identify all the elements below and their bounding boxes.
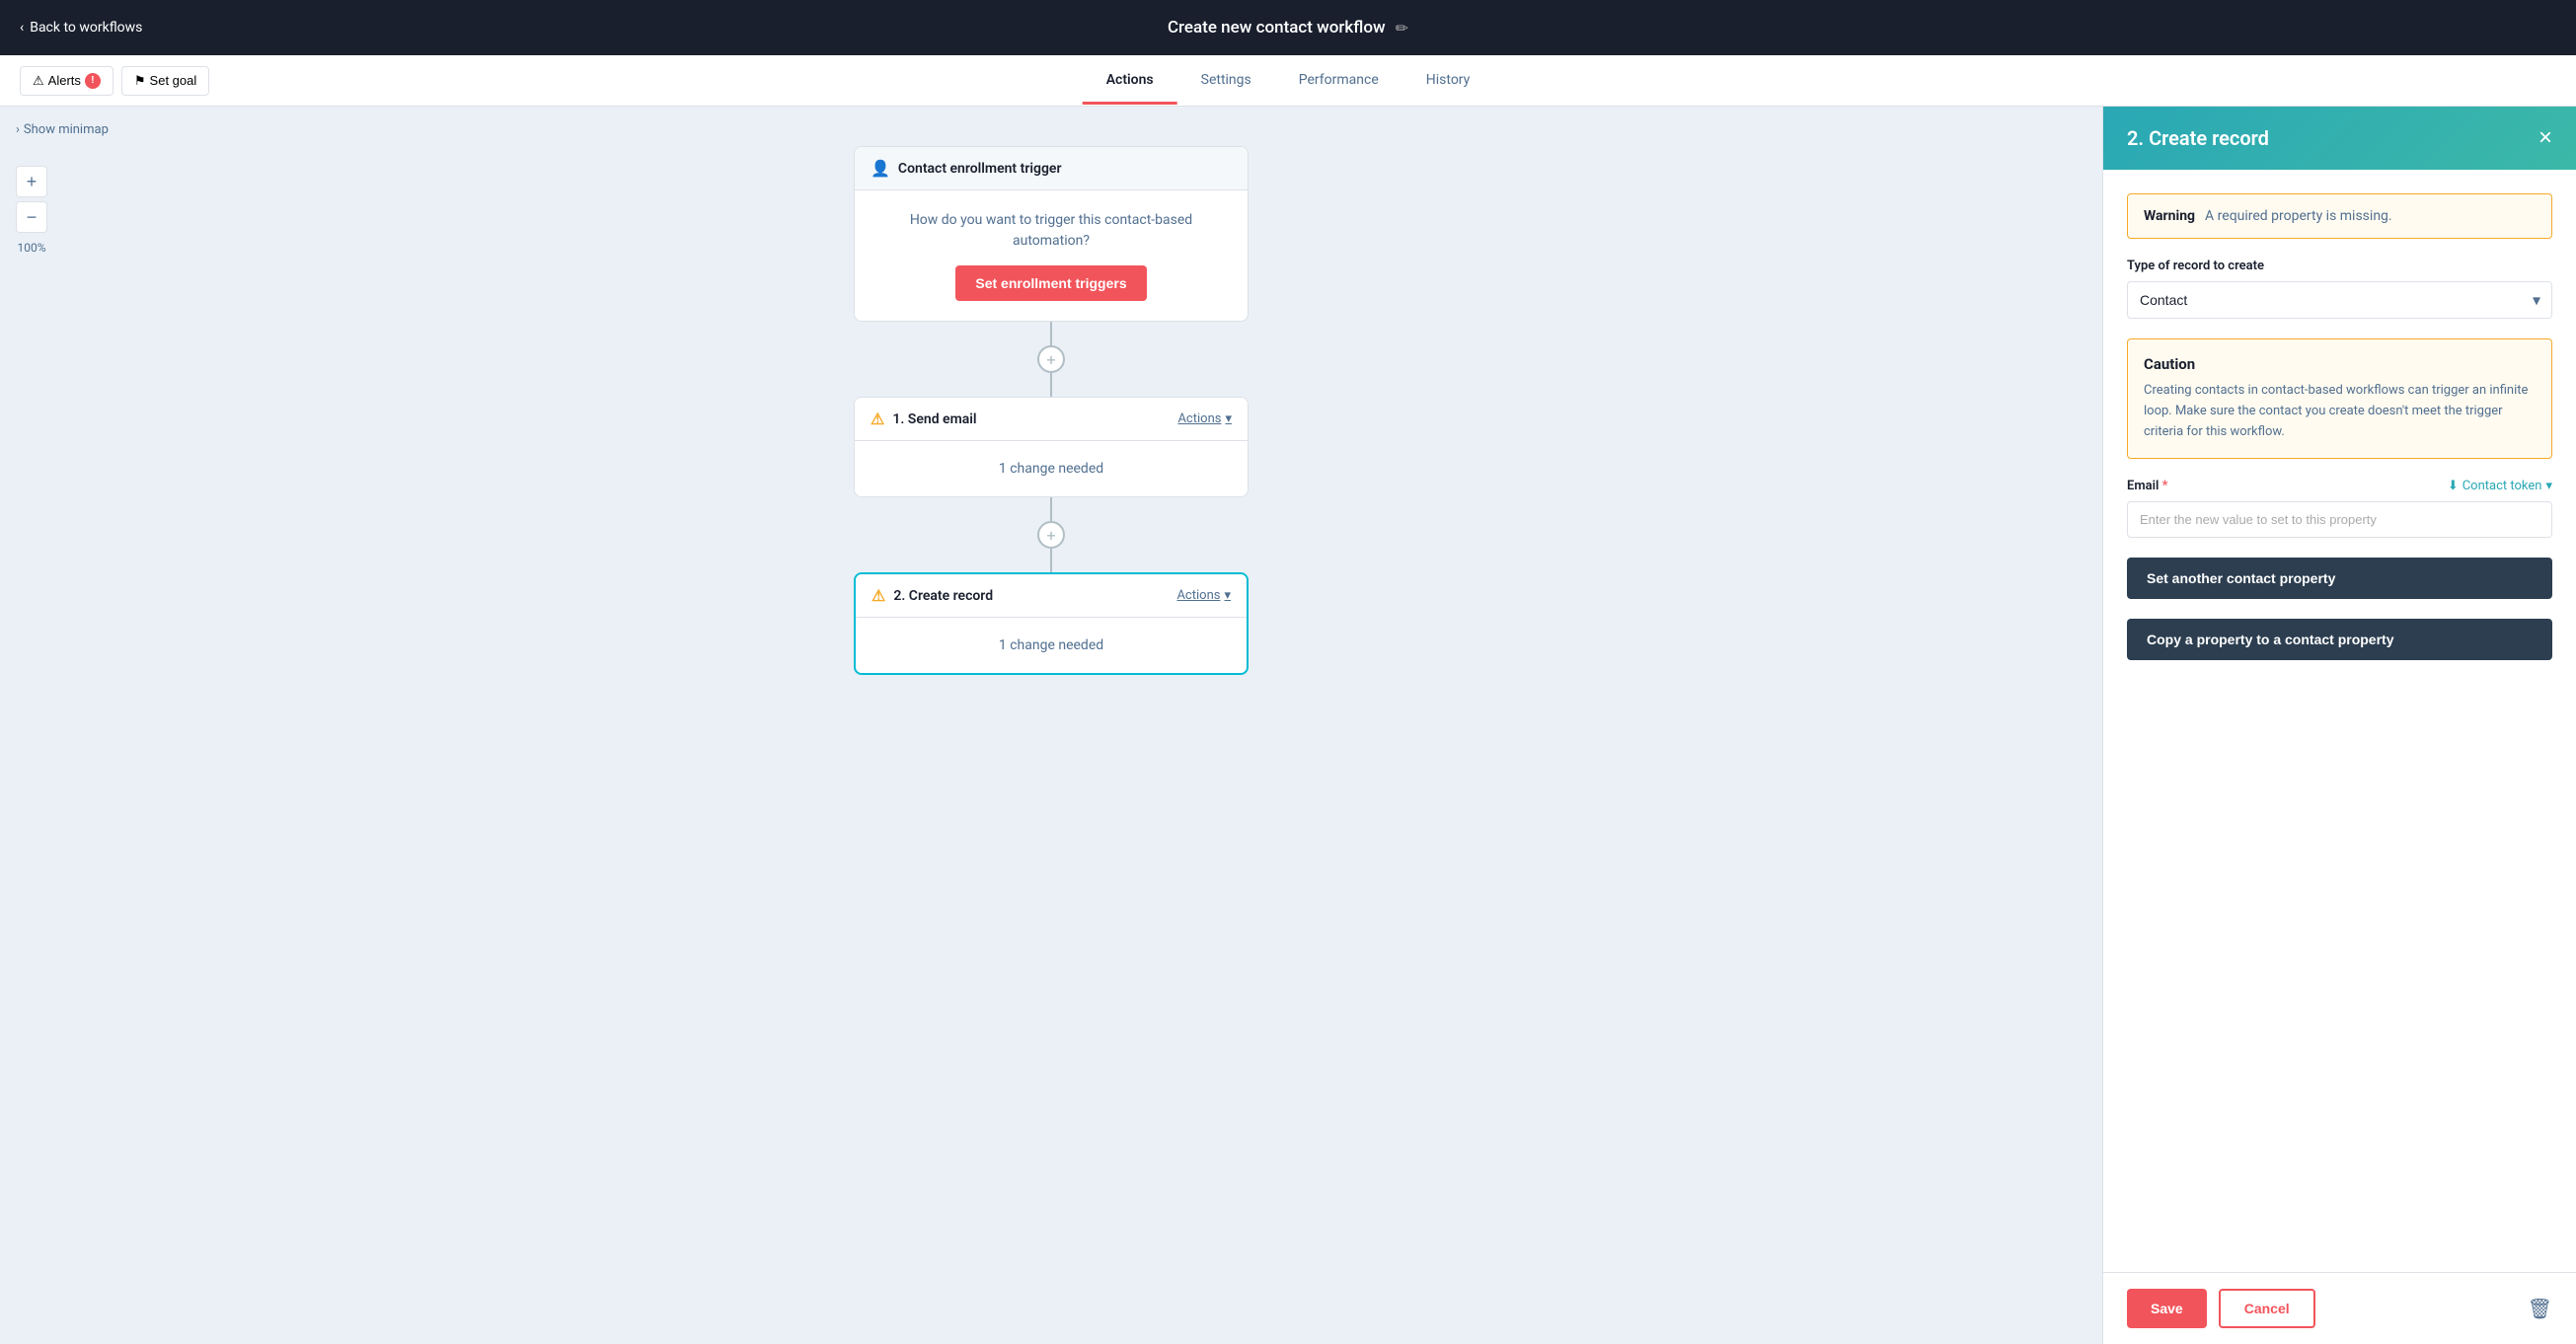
minimap-toggle[interactable]: › Show minimap — [16, 122, 109, 137]
trigger-header: 👤 Contact enrollment trigger — [855, 147, 1248, 190]
warning-box: Warning A required property is missing. — [2127, 193, 2552, 239]
tab-history[interactable]: History — [1402, 58, 1494, 105]
action-card-send-email: ⚠ 1. Send email Actions ▾ 1 change neede… — [854, 397, 1249, 497]
trigger-description: How do you want to trigger this contact-… — [871, 210, 1232, 252]
panel-body: Warning A required property is missing. … — [2103, 170, 2576, 1272]
zoom-level: 100% — [16, 241, 47, 255]
add-action-button-2[interactable]: + — [1037, 521, 1065, 549]
warning-icon-1: ⚠ — [871, 410, 884, 428]
chevron-down-icon-2: ▾ — [1224, 588, 1231, 603]
set-goal-button[interactable]: ⚑ Set goal — [121, 66, 209, 96]
action-card-create-record: ⚠ 2. Create record Actions ▾ 1 change ne… — [854, 572, 1249, 675]
email-row: Email * ⬇ Contact token ▾ — [2127, 479, 2552, 493]
close-panel-button[interactable]: × — [2538, 126, 2552, 150]
copy-property-button[interactable]: Copy a property to a contact property — [2127, 619, 2552, 660]
alerts-button[interactable]: ⚠ Alerts ! — [20, 66, 114, 96]
type-of-record-label: Type of record to create — [2127, 259, 2552, 273]
email-label-text: Email — [2127, 479, 2159, 493]
email-label: Email * — [2127, 479, 2167, 493]
connector-line-1 — [1050, 322, 1052, 345]
trigger-body: How do you want to trigger this contact-… — [855, 190, 1248, 321]
delete-button[interactable]: 🗑 — [2528, 1297, 2552, 1321]
contact-token-label: Contact token — [2462, 479, 2542, 493]
alerts-label: Alerts — [48, 73, 81, 88]
edit-title-icon[interactable]: ✏ — [1396, 19, 1408, 37]
chevron-down-icon-1: ▾ — [1225, 411, 1232, 426]
caution-text: Creating contacts in contact-based workf… — [2144, 381, 2536, 442]
workflow-title: Create new contact workflow — [1168, 18, 1386, 37]
set-enrollment-triggers-button[interactable]: Set enrollment triggers — [955, 265, 1146, 301]
type-of-record-field: Type of record to create Contact Company… — [2127, 259, 2552, 319]
footer-buttons: Save Cancel — [2127, 1289, 2315, 1328]
minimap-label: Show minimap — [24, 122, 109, 137]
action-header-2: ⚠ 2. Create record Actions ▾ — [856, 574, 1247, 618]
contact-token-link[interactable]: ⬇ Contact token ▾ — [2448, 479, 2552, 493]
email-input[interactable] — [2127, 501, 2552, 538]
person-icon: 👤 — [871, 159, 890, 178]
action-body-2: 1 change needed — [856, 618, 1247, 673]
warning-label: Warning — [2144, 208, 2195, 224]
actions-dropdown-2[interactable]: Actions ▾ — [1176, 588, 1231, 603]
panel-title: 2. Create record — [2127, 126, 2269, 150]
connector-2: + — [1037, 497, 1065, 572]
action-header-left-2: ⚠ 2. Create record — [871, 586, 993, 605]
tab-settings[interactable]: Settings — [1177, 58, 1275, 105]
connector-1: + — [1037, 322, 1065, 397]
connector-line-3 — [1050, 497, 1052, 521]
add-action-button-1[interactable]: + — [1037, 345, 1065, 373]
alert-badge: ! — [85, 73, 101, 89]
action-status-1: 1 change needed — [999, 461, 1103, 477]
type-of-record-select-wrapper: Contact Company Deal Ticket ▾ — [2127, 281, 2552, 319]
action-title-2: 2. Create record — [893, 588, 993, 604]
actions-label-2: Actions — [1176, 588, 1220, 603]
sub-nav-tabs: Actions Settings Performance History — [1083, 57, 1494, 104]
caution-box: Caution Creating contacts in contact-bas… — [2127, 338, 2552, 459]
nav-title-area: Create new contact workflow ✏ — [1168, 18, 1408, 37]
trigger-label: Contact enrollment trigger — [898, 161, 1062, 177]
action-title-1: 1. Send email — [892, 411, 976, 427]
set-goal-label: Set goal — [150, 73, 197, 88]
email-field-group: Email * ⬇ Contact token ▾ — [2127, 479, 2552, 538]
actions-dropdown-1[interactable]: Actions ▾ — [1177, 411, 1232, 426]
zoom-controls: + − 100% — [16, 166, 47, 255]
token-icon: ⬇ — [2448, 479, 2459, 493]
right-panel: 2. Create record × Warning A required pr… — [2102, 107, 2576, 1344]
alert-icon: ⚠ — [33, 73, 44, 89]
action-header-1: ⚠ 1. Send email Actions ▾ — [855, 398, 1248, 441]
caution-title: Caution — [2144, 355, 2536, 373]
chevron-right-icon: › — [16, 122, 20, 137]
set-another-property-button[interactable]: Set another contact property — [2127, 558, 2552, 599]
action-status-2: 1 change needed — [999, 637, 1103, 653]
save-button[interactable]: Save — [2127, 1289, 2207, 1328]
back-arrow-icon: ‹ — [20, 20, 24, 36]
main-layout: › Show minimap + − 100% 👤 Contact enroll… — [0, 107, 2576, 1344]
zoom-in-button[interactable]: + — [16, 166, 47, 197]
back-to-workflows-link[interactable]: ‹ Back to workflows — [20, 20, 142, 36]
connector-line-2 — [1050, 373, 1052, 397]
sub-nav-left: ⚠ Alerts ! ⚑ Set goal — [20, 66, 209, 96]
canvas-area: › Show minimap + − 100% 👤 Contact enroll… — [0, 107, 2102, 1344]
action-body-1: 1 change needed — [855, 441, 1248, 496]
workflow-content: 👤 Contact enrollment trigger How do you … — [0, 107, 2102, 675]
actions-label-1: Actions — [1177, 411, 1221, 426]
zoom-out-button[interactable]: − — [16, 201, 47, 233]
warning-text: A required property is missing. — [2205, 208, 2392, 224]
flag-icon: ⚑ — [134, 73, 146, 89]
panel-footer: Save Cancel 🗑 — [2103, 1272, 2576, 1344]
email-required-star: * — [2159, 479, 2167, 493]
back-label: Back to workflows — [30, 20, 142, 36]
token-chevron-icon: ▾ — [2545, 479, 2552, 493]
panel-header: 2. Create record × — [2103, 107, 2576, 170]
top-nav: ‹ Back to workflows Create new contact w… — [0, 0, 2576, 55]
tab-actions[interactable]: Actions — [1083, 58, 1177, 105]
type-of-record-select[interactable]: Contact Company Deal Ticket — [2127, 281, 2552, 319]
cancel-button[interactable]: Cancel — [2219, 1289, 2315, 1328]
connector-line-4 — [1050, 549, 1052, 572]
sub-nav: ⚠ Alerts ! ⚑ Set goal Actions Settings P… — [0, 55, 2576, 107]
warning-icon-2: ⚠ — [871, 586, 885, 605]
tab-performance[interactable]: Performance — [1275, 58, 1402, 105]
action-header-left-1: ⚠ 1. Send email — [871, 410, 977, 428]
trigger-card: 👤 Contact enrollment trigger How do you … — [854, 146, 1249, 322]
